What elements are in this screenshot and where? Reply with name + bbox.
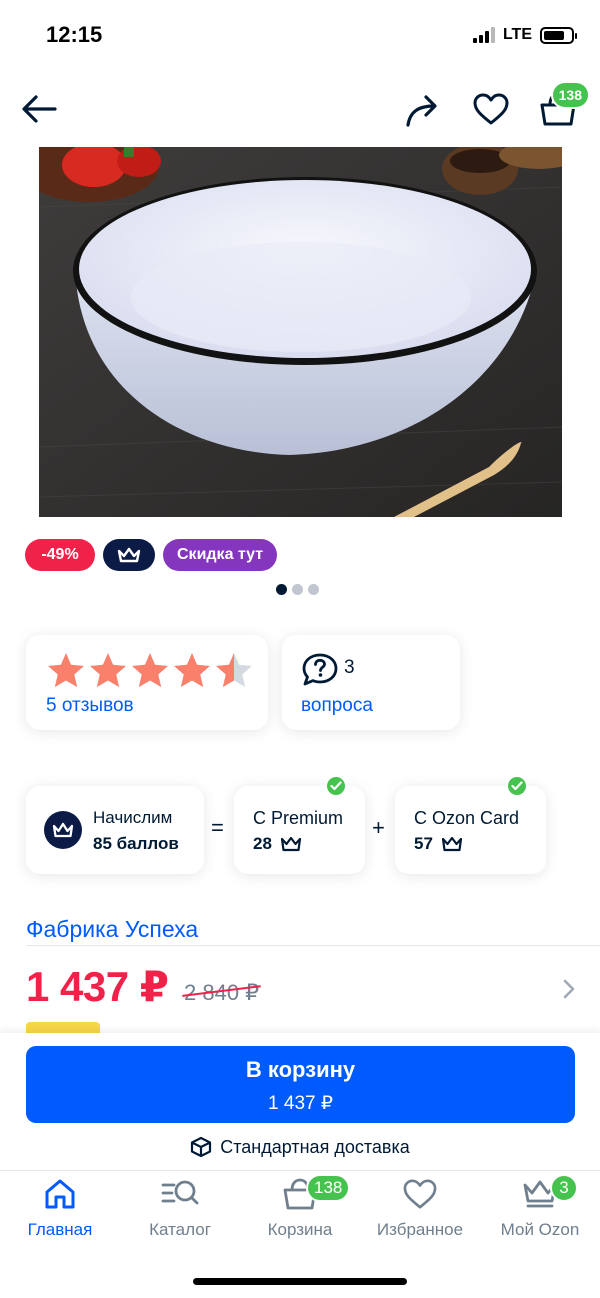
check-icon [325,775,347,797]
share-icon [406,95,437,127]
battery-icon [540,26,577,44]
premium-points-value-row: 28 [253,834,302,854]
star-icon [90,653,126,688]
tab-catalog-label: Каталог [149,1220,211,1239]
ozon-card-points-value: 57 [414,834,433,853]
discount-badge: -49% [25,539,95,571]
reviews-link[interactable]: 5 отзывов [46,695,134,717]
ozon-card-points-value-row: 57 [414,834,463,854]
crown-icon [52,822,74,837]
premium-points-label: С Premium [253,808,344,828]
tab-cart[interactable]: 138 Корзина [240,1172,360,1240]
rating-card[interactable]: 5 отзывов [26,635,268,730]
status-bar: 12:15 LTE [0,0,600,70]
product-image[interactable] [39,147,562,517]
crown-icon [117,547,141,563]
star-icon [132,653,168,688]
plus-sign: + [372,815,385,840]
star-icon [216,653,252,688]
heart-icon [473,93,509,125]
price-row[interactable]: 1 437 ₽ 2 840 ₽ [26,960,586,1016]
add-to-cart-button[interactable]: В корзину 1 437 ₽ [26,1046,575,1123]
gallery-pagination[interactable] [276,584,319,595]
tab-my-ozon-badge: 3 [550,1174,578,1202]
back-button[interactable] [17,87,61,131]
delivery-label: Стандартная доставка [220,1136,410,1157]
enamel-bowl-illustration [39,147,562,517]
add-to-cart-label: В корзину [245,1057,356,1082]
network-label: LTE [502,26,532,43]
share-button[interactable] [400,89,444,133]
arrow-left-icon [22,95,57,123]
ozon-card-points-card[interactable]: С Ozon Card 57 [395,775,546,874]
premium-points-value: 28 [253,834,272,853]
tab-cart-label: Корзина [267,1220,333,1239]
favorite-button[interactable] [469,87,513,131]
crown-icon [441,836,463,852]
chevron-right-icon [563,979,575,999]
old-price: 2 840 ₽ [184,980,260,1005]
premium-badge [103,539,155,571]
tab-home[interactable]: Главная [0,1172,120,1240]
status-time: 12:15 [46,22,103,47]
product-badges: -49% Скидка тут [25,539,278,571]
sale-badge: Скидка тут [163,539,278,571]
signal-icon [472,27,495,43]
questions-count: 3 [344,657,355,678]
seller-name-link[interactable]: Фабрика Успеха [26,916,198,943]
premium-points-card[interactable]: С Premium 28 [234,775,365,874]
tab-my-ozon[interactable]: 3 Мой Ozon [480,1172,600,1240]
points-card[interactable]: Начислим 85 баллов [26,786,204,874]
tab-my-ozon-label: Мой Ozon [500,1220,580,1239]
points-crown-badge [44,811,82,849]
home-indicator [193,1278,407,1285]
star-icon [174,653,210,688]
battery-level [544,30,564,40]
catalog-icon [161,1180,199,1205]
check-icon [506,775,528,797]
cart-count-badge: 138 [550,81,590,109]
status-indicators: LTE [472,26,577,44]
gallery-dot[interactable] [276,584,287,595]
questions-card[interactable]: 3 вопроса [282,635,460,730]
star-icon [48,653,84,688]
points-accrue-value: 85 баллов [93,834,179,853]
equals-sign: = [211,815,224,840]
rating-stars [46,651,254,689]
tab-favorites[interactable]: Избранное [360,1172,480,1240]
cart-button[interactable]: 138 [536,81,590,131]
current-price: 1 437 ₽ [26,963,169,1010]
bottom-tab-bar: Главная Каталог 138 Корзина Избранное 3 … [0,1172,600,1252]
tab-cart-badge: 138 [306,1174,351,1202]
tabbar-divider [0,1170,600,1171]
gallery-dot[interactable] [292,584,303,595]
section-divider [26,945,600,946]
tab-favorites-label: Избранное [376,1220,464,1239]
box-icon [191,1136,212,1158]
questions-link[interactable]: вопроса [301,695,373,717]
bottom-action-panel: В корзину 1 437 ₽ Стандартная доставка [0,1033,600,1298]
ozon-card-points-label: С Ozon Card [414,808,520,828]
heart-icon [403,1179,437,1209]
points-accrue-label: Начислим [93,808,173,827]
gallery-dot[interactable] [308,584,319,595]
tab-home-label: Главная [27,1220,93,1239]
top-navigation: 138 [0,80,600,140]
home-icon [45,1179,75,1209]
tab-catalog[interactable]: Каталог [120,1172,240,1240]
crown-icon [280,836,302,852]
delivery-info[interactable]: Стандартная доставка [0,1136,600,1158]
question-bubble-icon [302,653,338,686]
add-to-cart-price: 1 437 ₽ [268,1093,333,1114]
